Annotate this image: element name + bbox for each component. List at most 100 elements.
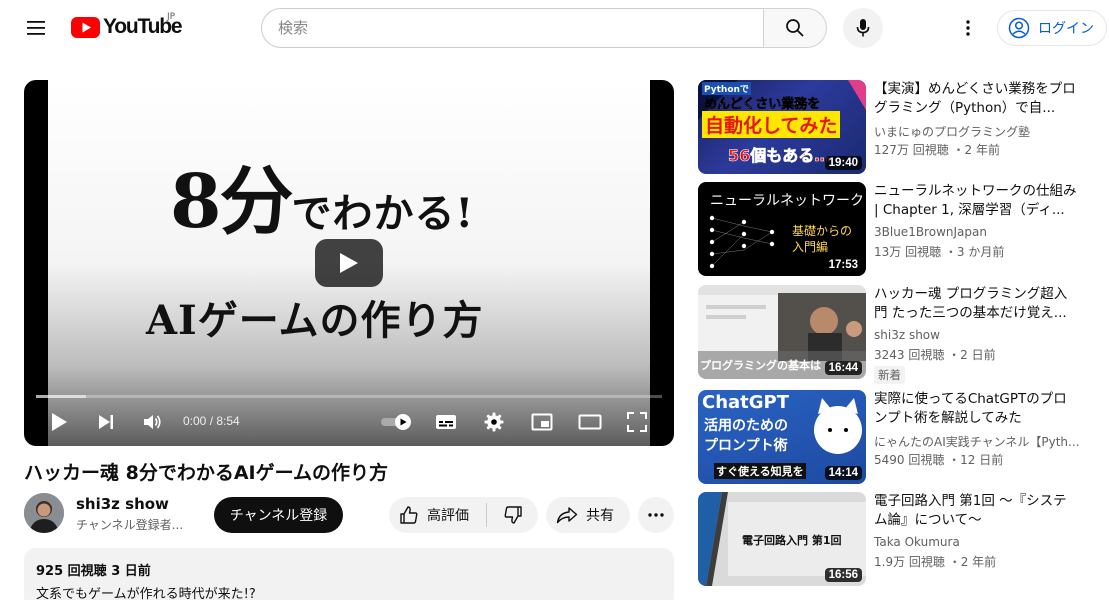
voice-search-button[interactable] [843, 8, 883, 48]
fullscreen-icon [627, 412, 647, 432]
masthead: YouTube JP ログイン [0, 0, 1109, 56]
play-icon [52, 413, 67, 431]
recommendation-thumbnail[interactable]: ニューラルネットワーク 基礎からの 入門編 17:53 [698, 182, 866, 276]
video-duration: 16:44 [824, 361, 862, 375]
progress-bar[interactable] [36, 395, 662, 398]
thumb-text-1: 電子回路入門 第1回 [742, 534, 842, 547]
thumbnail-line2: AIゲームの作り方 [146, 297, 484, 344]
thumb-text-1: プログラミングの基本は [700, 359, 821, 372]
fullscreen-button[interactable] [621, 406, 653, 438]
recommendation-channel[interactable]: shi3z show [874, 328, 940, 342]
recommendation-thumbnail[interactable]: 電子回路入門 第1回 16:56 [698, 492, 866, 586]
settings-more-button[interactable] [952, 12, 984, 44]
thumb-text-3: プロンプト術 [704, 438, 788, 454]
theater-mode-icon [578, 414, 602, 430]
play-button[interactable] [43, 406, 75, 438]
thumb-text-2: 活用のための [704, 418, 788, 434]
search-box [261, 8, 764, 48]
microphone-icon [856, 19, 870, 37]
video-duration: 19:40 [824, 156, 862, 170]
like-dislike-group: 高評価 [389, 497, 538, 533]
next-button[interactable] [90, 406, 122, 438]
thumbnail-line1: 8分でわかる! [170, 142, 474, 249]
signin-label: ログイン [1038, 21, 1094, 37]
like-button[interactable]: 高評価 [389, 497, 487, 533]
channel-avatar[interactable] [24, 493, 64, 533]
theater-mode-button[interactable] [574, 406, 606, 438]
recommendation-title[interactable]: ハッカー魂 プログラミング超入門 たった三つの基本だけ覚え... [874, 285, 1079, 323]
time-display: 0:00 / 8:54 [183, 414, 240, 428]
recommendation-title[interactable]: 【実演】めんどくさい業務をプログラミング（Python）で自... [874, 80, 1079, 118]
search-input[interactable] [262, 9, 763, 47]
view-count-date: 925 回視聴 3 日前 [36, 564, 151, 579]
new-badge: 新着 [874, 366, 905, 384]
play-icon [340, 253, 358, 273]
thumb-text-1: ChatGPT [702, 392, 790, 413]
more-vertical-icon [966, 20, 970, 36]
recommendation-channel[interactable]: いまにゅのプログラミング塾 [874, 123, 1030, 140]
video-duration: 17:53 [824, 258, 862, 272]
youtube-logo[interactable]: YouTube [71, 15, 183, 39]
video-duration: 16:56 [824, 568, 862, 582]
guide-menu-button[interactable] [20, 12, 52, 44]
recommendation-meta: 13万 回視聴 ・3 か月前 [874, 245, 1005, 259]
dislike-button[interactable] [487, 497, 538, 533]
like-label: 高評価 [427, 508, 469, 524]
recommendation-meta: 5490 回視聴 ・12 日前 [874, 453, 1004, 467]
recommendation-item[interactable]: ニューラルネットワーク 基礎からの 入門編 17:53 ニューラルネットワークの… [698, 182, 1098, 276]
recommendation-item[interactable]: プログラミングの基本は 16:44 ハッカー魂 プログラミング超入門 たった三つ… [698, 285, 1098, 384]
search-button[interactable] [763, 8, 827, 48]
share-button[interactable]: 共有 [546, 497, 630, 533]
thumb-text-3: 自動化してみた [702, 111, 841, 138]
more-actions-button[interactable] [638, 497, 674, 533]
more-horizontal-icon [648, 513, 664, 517]
gear-icon [484, 412, 504, 432]
recommendation-title[interactable]: ニューラルネットワークの仕組み | Chapter 1, 深層学習（ディ... [874, 182, 1079, 220]
player-controls: 0:00 / 8:54 [24, 402, 674, 442]
thumb-text-2: めんどくさい業務を [704, 97, 821, 113]
mute-button[interactable] [137, 406, 169, 438]
thumb-text-3: 入門編 [792, 240, 829, 254]
thumb-text-1: ニューラルネットワーク [710, 193, 864, 209]
account-circle-icon [1008, 17, 1030, 39]
thumb-text-4: すぐ使える知見を [714, 463, 806, 479]
large-play-button[interactable] [315, 239, 383, 287]
thumbnail-rest-text: でわかる! [291, 190, 475, 237]
thumbs-up-icon [400, 506, 418, 524]
recommendation-title[interactable]: 電子回路入門 第1回 〜『システム論』について〜 [874, 492, 1079, 530]
settings-button[interactable] [478, 406, 510, 438]
recommendation-thumbnail[interactable]: プログラミングの基本は 16:44 [698, 285, 866, 379]
subscribe-button[interactable]: チャンネル登録 [214, 497, 343, 533]
autoplay-toggle-icon [381, 414, 411, 430]
recommendation-thumbnail[interactable]: Pythonで めんどくさい業務を 自動化してみた 56個もある… 19:40 [698, 80, 866, 174]
subtitles-button[interactable] [430, 406, 462, 438]
recommendation-item[interactable]: ChatGPT 活用のための プロンプト術 すぐ使える知見を 14:14 実際に… [698, 390, 1098, 484]
channel-name[interactable]: shi3z show [76, 495, 169, 513]
recommendation-channel[interactable]: Taka Okumura [874, 535, 960, 549]
signin-button[interactable]: ログイン [997, 10, 1107, 46]
hamburger-menu-icon [27, 21, 45, 35]
video-duration: 14:14 [824, 466, 862, 480]
recommendation-item[interactable]: 電子回路入門 第1回 16:56 電子回路入門 第1回 〜『システム論』について… [698, 492, 1098, 586]
video-player[interactable]: 8分でわかる! AIゲームの作り方 0:00 / 8:54 [24, 80, 674, 446]
recommendation-channel[interactable]: にゃんたのAI実践チャンネル【Pyth... [874, 433, 1079, 450]
recommendation-item[interactable]: Pythonで めんどくさい業務を 自動化してみた 56個もある… 19:40 … [698, 80, 1098, 174]
recommendation-title[interactable]: 実際に使ってるChatGPTのプロンプト術を解説してみた [874, 390, 1079, 428]
recommendation-thumbnail[interactable]: ChatGPT 活用のための プロンプト術 すぐ使える知見を 14:14 [698, 390, 866, 484]
recommendation-meta: 1.9万 回視聴 ・2 年前 [874, 555, 997, 569]
share-label: 共有 [586, 508, 614, 524]
thumb-text-4: 56個もある… [728, 146, 831, 166]
skip-next-icon [99, 415, 113, 429]
avatar-image [24, 493, 64, 533]
youtube-play-logo-icon [71, 16, 100, 38]
autoplay-toggle[interactable] [376, 406, 416, 438]
miniplayer-button[interactable] [526, 406, 558, 438]
recommendation-channel[interactable]: 3Blue1BrownJapan [874, 225, 987, 239]
thumb-text-2: 基礎からの [792, 224, 853, 238]
recommendation-meta: 127万 回視聴 ・2 年前 [874, 143, 1000, 157]
progress-loaded [36, 395, 87, 398]
description-box[interactable]: 925 回視聴 3 日前 文系でもゲームが作れる時代が来た!? [24, 548, 674, 600]
recommendation-meta: 3243 回視聴 ・2 日前 [874, 348, 996, 362]
video-title: ハッカー魂 8分でわかるAIゲームの作り方 [24, 462, 389, 484]
miniplayer-icon [531, 413, 553, 431]
